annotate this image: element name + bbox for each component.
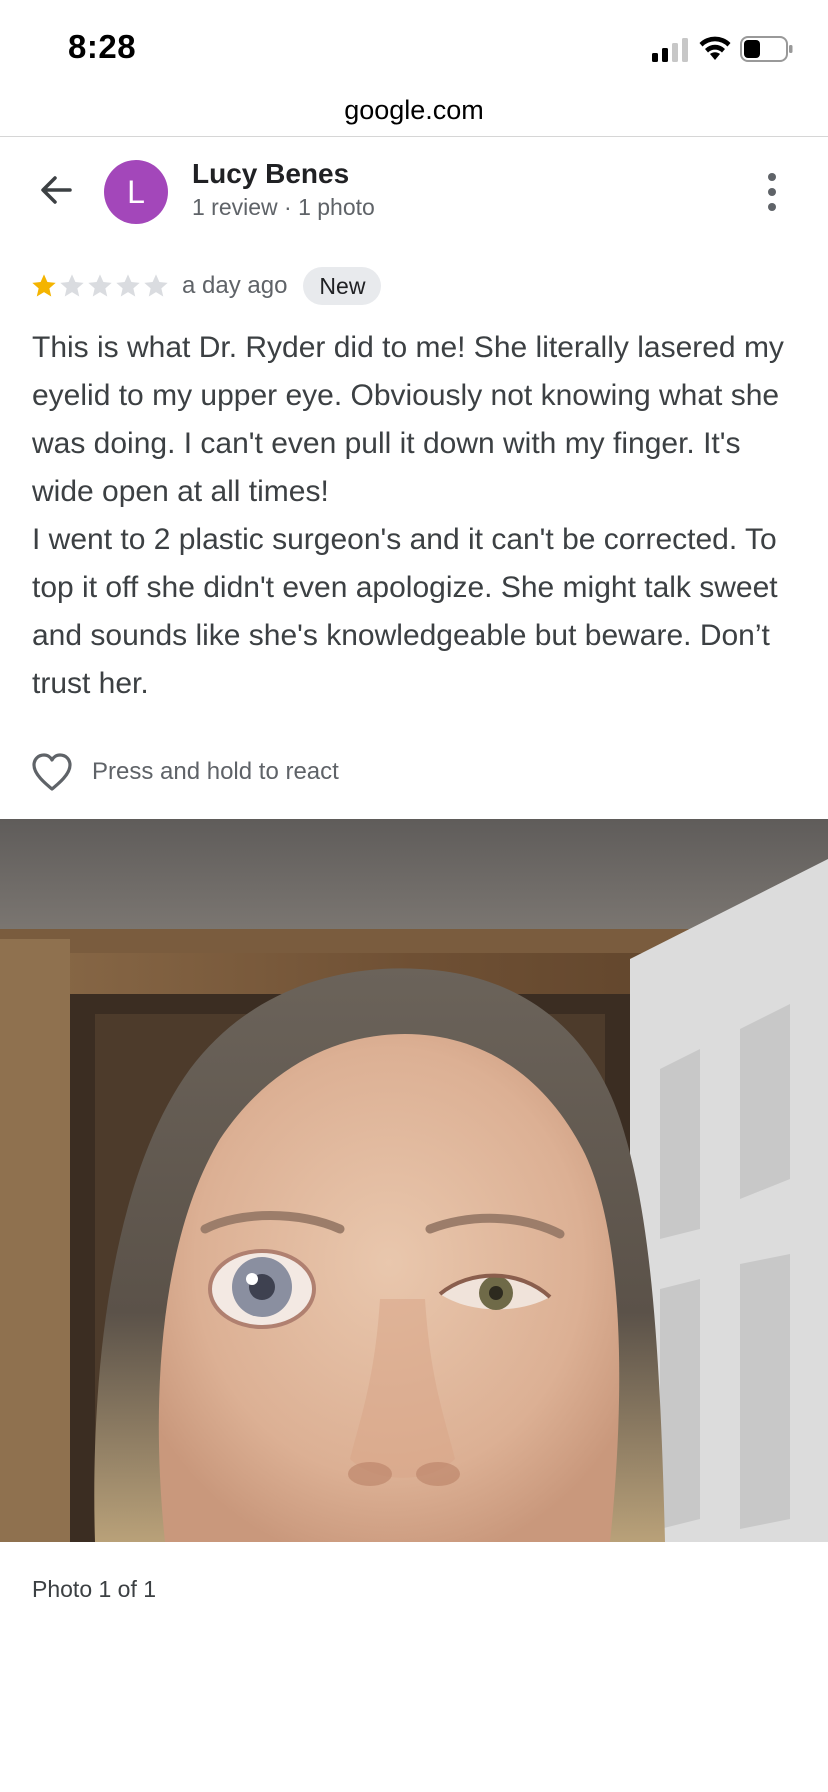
star-empty-icon xyxy=(60,274,84,297)
react-label: Press and hold to react xyxy=(92,758,339,785)
address-bar-divider xyxy=(0,136,828,137)
more-vert-icon[interactable] xyxy=(756,170,788,214)
reviewer-meta: 1 review · 1 photo xyxy=(192,194,375,220)
star-filled-icon xyxy=(32,274,56,297)
address-bar[interactable]: google.com xyxy=(0,92,828,136)
star-empty-icon xyxy=(116,274,140,297)
heart-outline-icon[interactable] xyxy=(30,752,74,792)
star-rating xyxy=(30,272,170,300)
review-photo-image xyxy=(0,819,828,1542)
review-time: a day ago xyxy=(182,272,288,299)
rating-row: a day ago New xyxy=(30,264,382,308)
cellular-signal-icon xyxy=(652,38,688,62)
back-arrow-icon[interactable] xyxy=(36,170,76,210)
star-empty-icon xyxy=(144,274,168,297)
review-photo[interactable] xyxy=(0,819,828,1542)
wifi-icon xyxy=(699,36,731,60)
reviewer-name[interactable]: Lucy Benes xyxy=(192,158,349,190)
status-time: 8:28 xyxy=(68,28,137,65)
battery-icon xyxy=(740,36,793,62)
review-text: This is what Dr. Ryder did to me! She li… xyxy=(32,331,784,700)
photo-caption: Photo 1 of 1 xyxy=(32,1576,157,1602)
new-badge: New xyxy=(303,267,382,305)
star-empty-icon xyxy=(88,274,112,297)
avatar[interactable]: L xyxy=(104,160,168,224)
url-text[interactable]: google.com xyxy=(344,95,484,125)
react-button[interactable]: Press and hold to react xyxy=(30,750,339,794)
status-bar: 8:28 xyxy=(0,0,828,92)
